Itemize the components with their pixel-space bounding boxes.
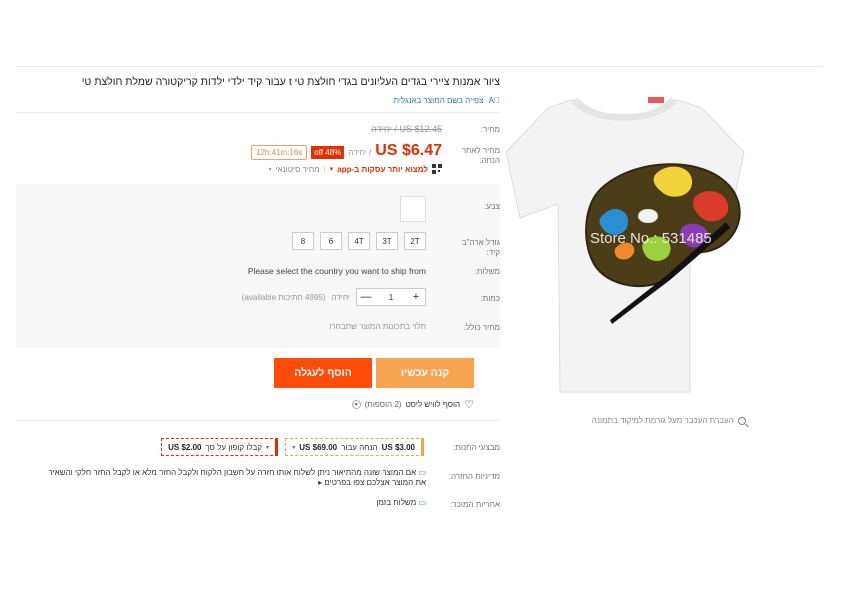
- coupon-a-value: US $3.00: [381, 442, 415, 452]
- chevron-down-icon[interactable]: ▾: [268, 166, 271, 173]
- divider: [16, 112, 500, 113]
- store-discount-coupon[interactable]: US $3.00 הנחה עבור US $69.00 ▾: [285, 438, 424, 456]
- seller-guarantee: ▭ משלוח בזמן: [376, 498, 426, 507]
- chevron-down-icon: ▾: [265, 444, 269, 451]
- return-policy: ▭ אם המוצר שונה מהתיאור ניתן לשלוח אותו …: [40, 468, 426, 488]
- product-title: ציור אמנות ציירי בגדים העליונים בגדי חול…: [81, 76, 500, 88]
- get-coupon-button[interactable]: ▾ קבלו קופון על סך US $2.00: [161, 438, 278, 456]
- translate-link[interactable]: A⃝ צפייה בשם המוצר באנגלית: [393, 96, 500, 105]
- seller-guarantee-text: משלוח בזמן: [376, 498, 417, 507]
- separator: |: [323, 164, 326, 174]
- wishlist-label[interactable]: הוסף לוויש ליסט: [405, 400, 460, 409]
- original-price: US $12.45 / יחידה: [371, 124, 442, 134]
- countdown-timer: 12h:41m:16s: [251, 145, 308, 160]
- color-option[interactable]: [400, 196, 426, 222]
- price-label: מחיר:: [480, 125, 500, 134]
- discount-badge: 48% off: [311, 146, 345, 159]
- delivery-icon: ▭: [418, 498, 426, 507]
- size-option[interactable]: 2T: [404, 232, 426, 250]
- size-label: גודל ארה"ב קיד:: [461, 238, 500, 257]
- qr-code-icon: [432, 164, 442, 174]
- wishlist-row[interactable]: ♡ הוסף לוויש ליסט (2 הוספות) ▾: [351, 398, 474, 411]
- add-to-cart-button[interactable]: הוסף לעגלה: [274, 358, 372, 388]
- buy-now-button[interactable]: קנה עכשיו: [376, 358, 474, 388]
- coupon-a-text: הנחה עבור: [341, 442, 378, 452]
- app-deal-row: למצוא יותר עסקות ב-app ▾ | מחיר סיטונאי …: [268, 164, 442, 174]
- sale-price-label: מחיר לאחר הנחה:: [461, 146, 500, 165]
- wholesale-price-link[interactable]: מחיר סיטונאי: [275, 165, 319, 174]
- size-option[interactable]: 4T: [348, 232, 370, 250]
- quantity-stepper: — 1 +: [356, 288, 426, 306]
- chevron-down-icon[interactable]: ▾: [351, 400, 361, 409]
- size-option[interactable]: 6: [320, 232, 342, 250]
- return-policy-label: מדיניות החזרה:: [448, 472, 500, 481]
- coupon-b-value: US $2.00: [168, 442, 202, 452]
- app-deal-arrow-icon[interactable]: ▾: [330, 165, 334, 173]
- color-label: צבע:: [484, 202, 500, 211]
- sale-price-unit: / יחידה: [348, 148, 372, 157]
- quantity-label: כמות:: [480, 294, 500, 303]
- size-option[interactable]: 3T: [376, 232, 398, 250]
- promotions-label: מבצעי החנות:: [453, 443, 500, 452]
- quantity-row: — 1 + יחידה (4995 חתיכות available): [242, 288, 426, 306]
- return-policy-text[interactable]: אם המוצר שונה מהתיאור ניתן לשלוח אותו חז…: [48, 468, 426, 487]
- total-price-text: תלוי בתכונות המוצר שתבחרו: [329, 322, 426, 331]
- image-zoom-hint: העברת העכבר מעל גורמת למיקוד בתמונה: [586, 416, 746, 425]
- app-deal-link[interactable]: למצוא יותר עסקות ב-app: [337, 165, 428, 174]
- size-options: 2T 3T 4T 6 8: [292, 232, 426, 250]
- watermark-text: Store No.: 531485: [590, 230, 712, 247]
- shipping-text: Please select the country you want to sh…: [247, 266, 426, 276]
- seller-guarantee-label: אחריות המוכר:: [450, 500, 500, 509]
- coupon-b-text: קבלו קופון על סך: [205, 442, 262, 452]
- total-price-label: מחיר כולל:: [463, 323, 500, 332]
- quantity-unit: יחידה: [331, 292, 350, 302]
- heart-plus-icon: ♡: [464, 399, 474, 411]
- wishlist-count: (2 הוספות): [364, 400, 402, 409]
- image-hint-text: העברת העכבר מעל גורמת למיקוד בתמונה: [591, 416, 734, 425]
- translate-label: צפייה בשם המוצר באנגלית: [393, 96, 484, 105]
- return-icon: ▭: [418, 468, 426, 477]
- quantity-input[interactable]: 1: [375, 289, 407, 305]
- sale-price-value: US $6.47: [375, 142, 442, 159]
- quantity-available: (4995 חתיכות available): [241, 292, 326, 302]
- chevron-down-icon: ▾: [292, 444, 296, 451]
- size-option[interactable]: 8: [292, 232, 314, 250]
- quantity-minus-button[interactable]: —: [357, 289, 375, 305]
- translate-icon: A⃝: [488, 96, 500, 105]
- shipping-label: משלוח:: [474, 267, 500, 276]
- sale-price-row: US $6.47 / יחידה 48% off 12h:41m:16s: [251, 142, 442, 160]
- zoom-icon: [738, 416, 746, 425]
- coupon-a-threshold: US $69.00: [299, 442, 338, 452]
- product-image[interactable]: Store No.: 531485: [498, 80, 748, 410]
- product-detail-panel: ציור אמנות ציירי בגדים העליונים בגדי חול…: [16, 66, 500, 514]
- divider: [16, 420, 500, 421]
- quantity-plus-button[interactable]: +: [407, 289, 425, 305]
